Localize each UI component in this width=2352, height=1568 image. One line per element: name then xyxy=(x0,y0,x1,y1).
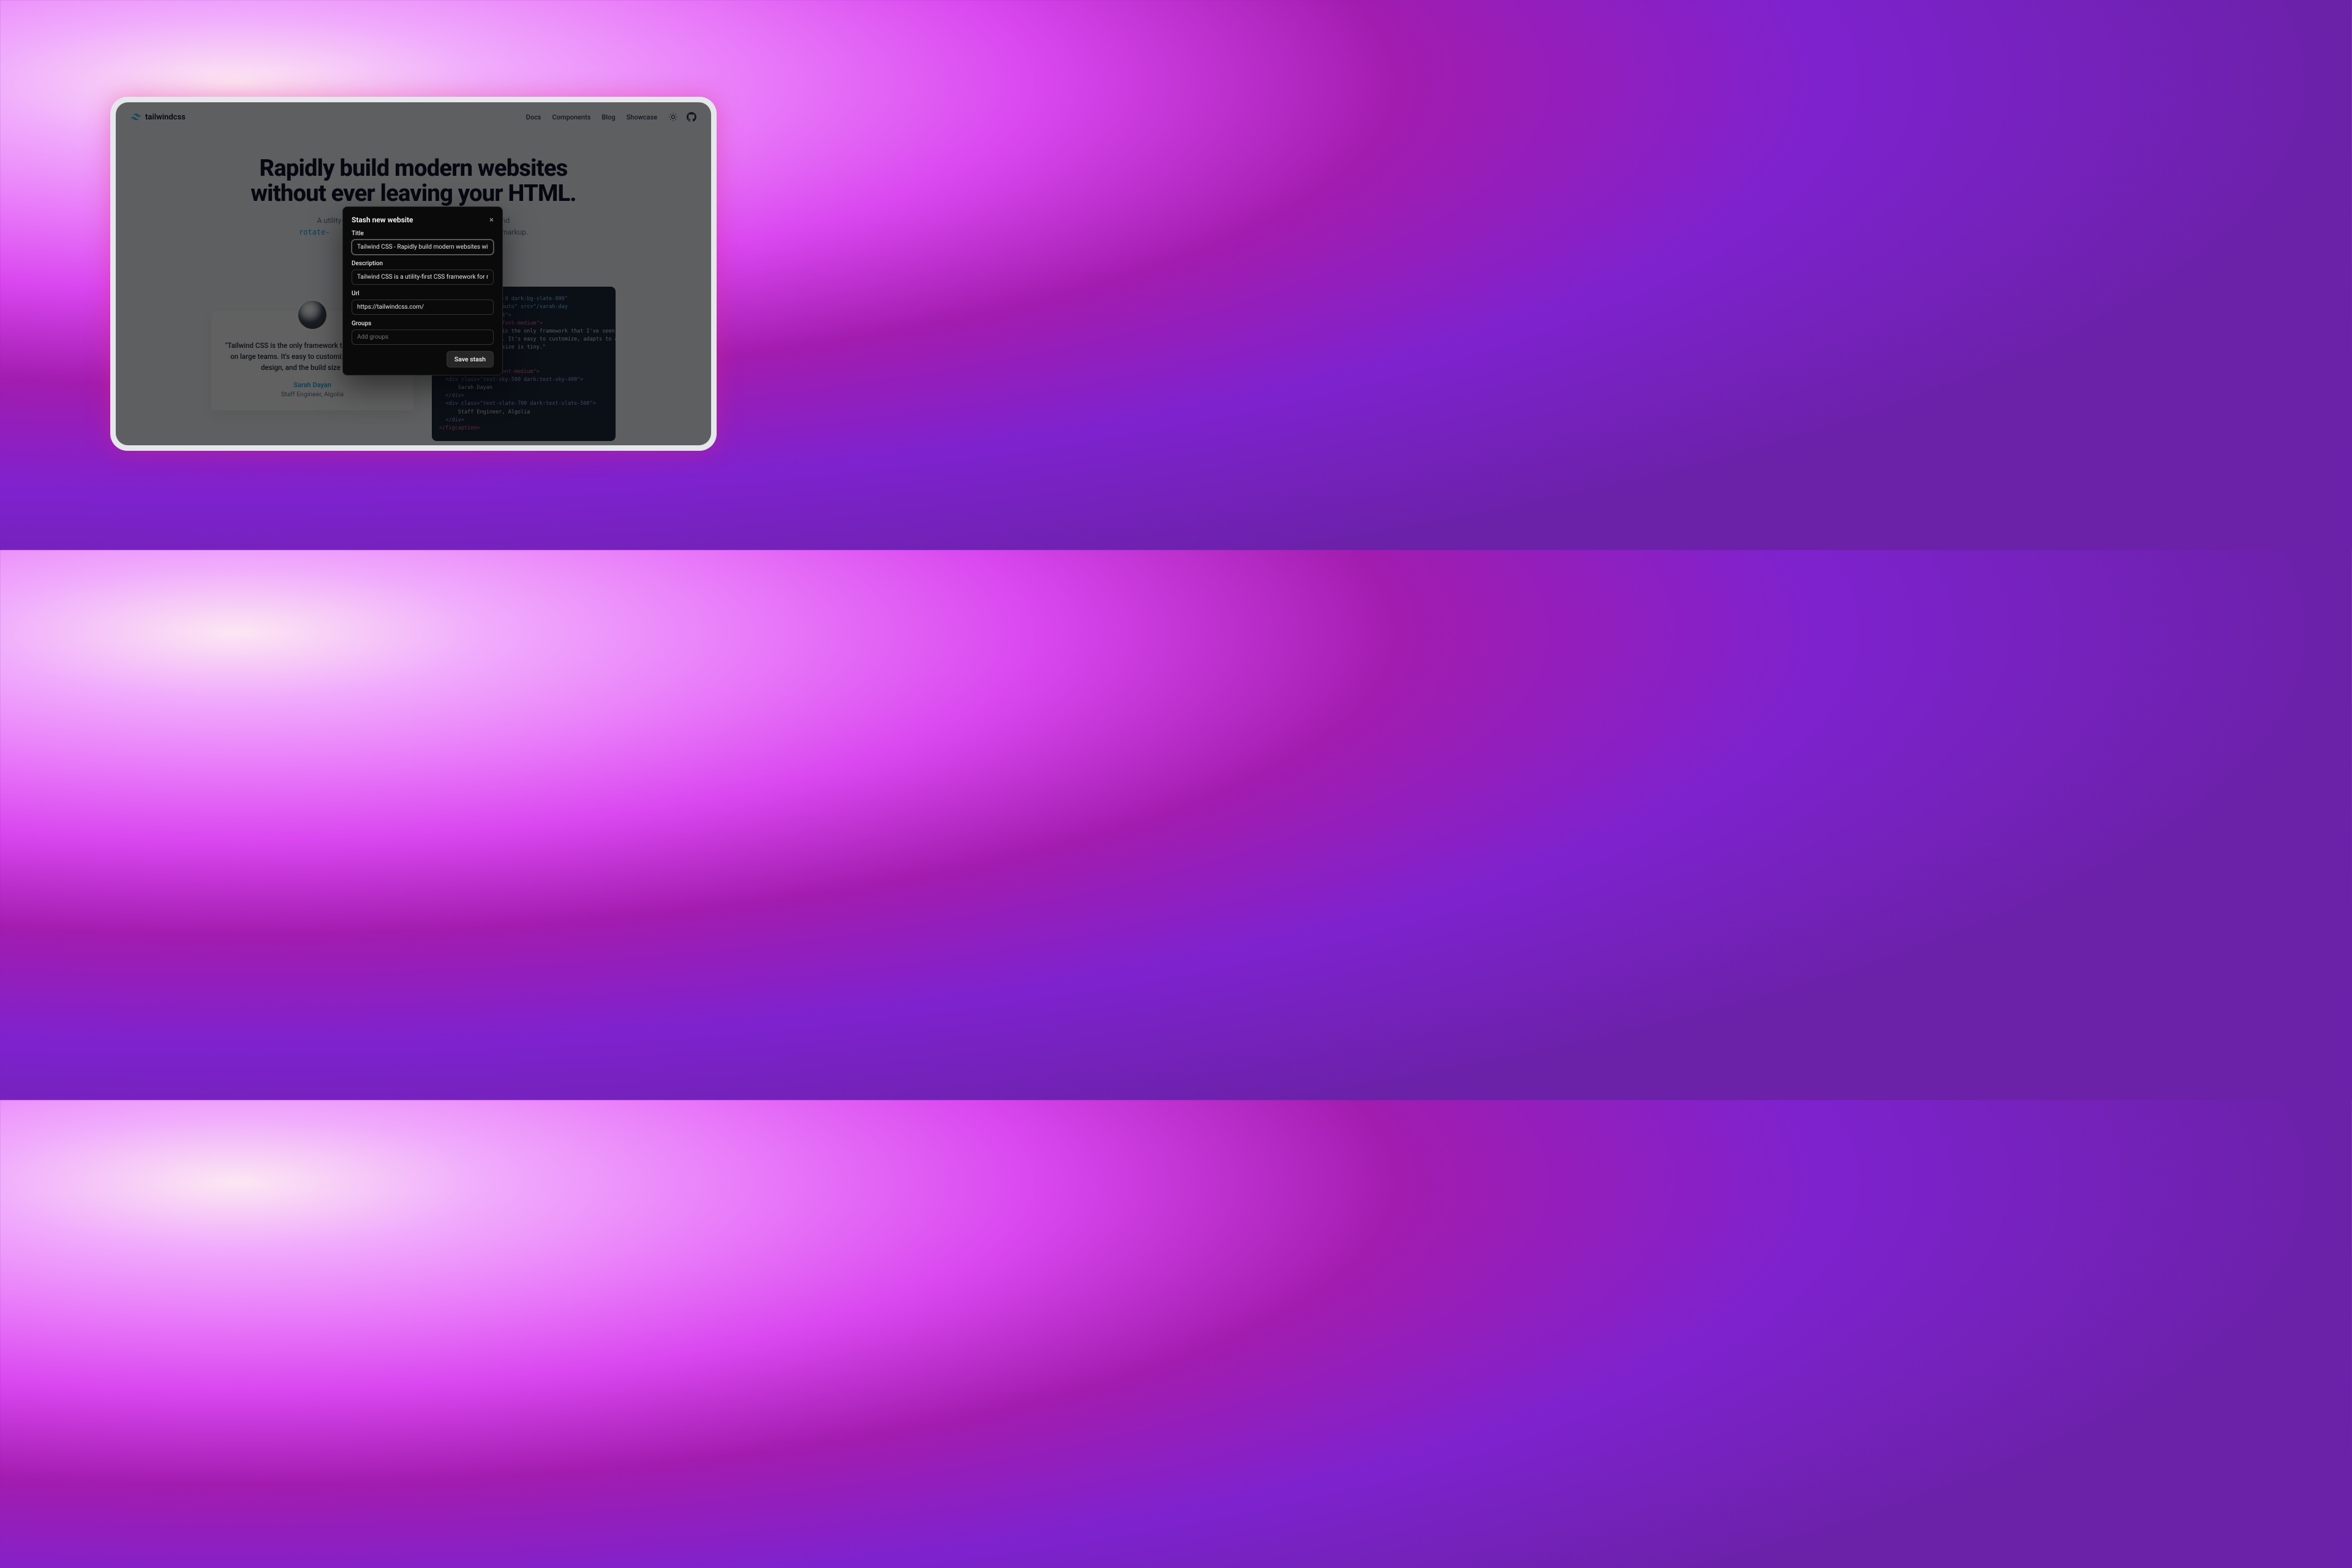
description-input[interactable] xyxy=(352,270,494,285)
groups-label: Groups xyxy=(352,320,494,327)
close-icon[interactable]: × xyxy=(489,216,494,224)
screen: tailwindcss Docs Components Blog Showcas… xyxy=(116,102,711,445)
title-input[interactable] xyxy=(352,239,494,255)
device-frame: tailwindcss Docs Components Blog Showcas… xyxy=(110,97,717,451)
modal-title: Stash new website xyxy=(352,216,413,224)
url-label: Url xyxy=(352,290,494,297)
stash-modal: Stash new website × Title Description Ur… xyxy=(342,206,503,375)
save-stash-button[interactable]: Save stash xyxy=(447,351,494,368)
groups-input[interactable] xyxy=(352,330,494,345)
description-label: Description xyxy=(352,260,494,267)
title-label: Title xyxy=(352,230,494,237)
url-input[interactable] xyxy=(352,300,494,315)
